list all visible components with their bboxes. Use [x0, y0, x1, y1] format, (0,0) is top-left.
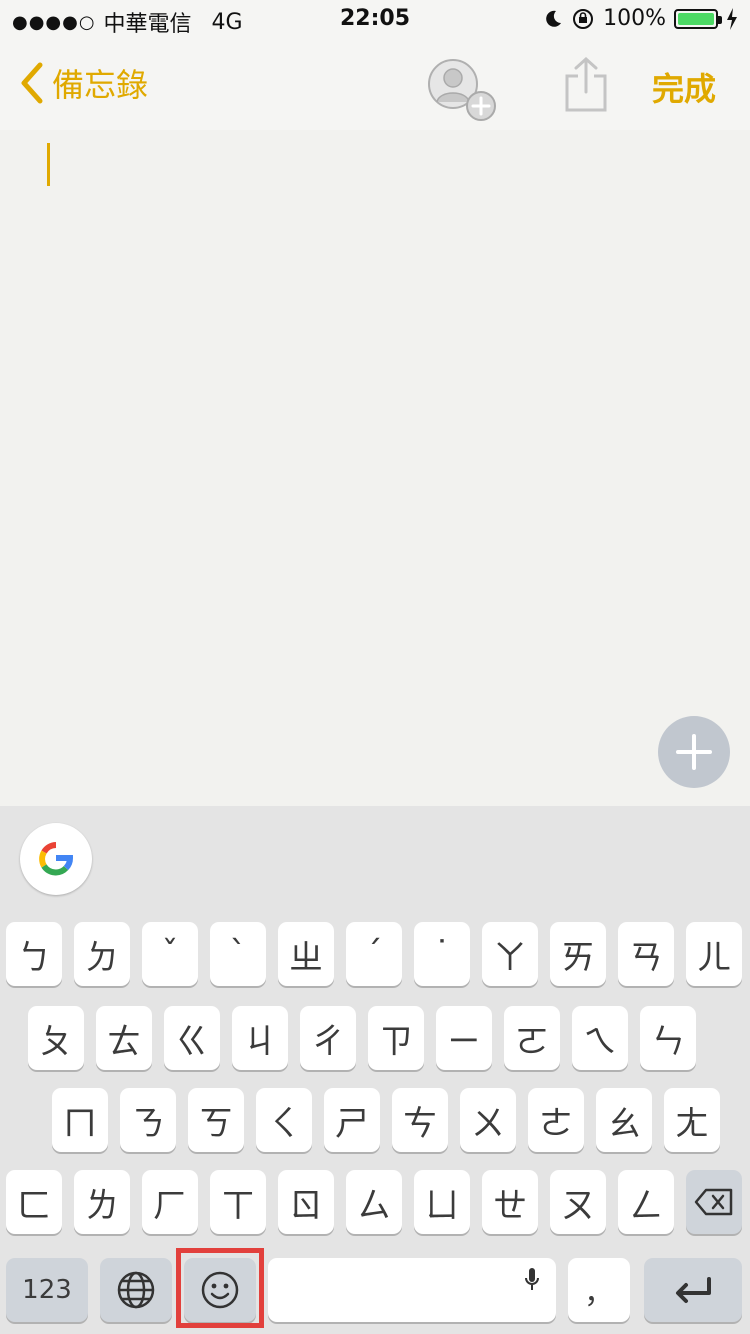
key[interactable]: ㄩ: [414, 1170, 470, 1234]
battery-percent: 100%: [603, 6, 666, 31]
key[interactable]: ㄑ: [256, 1088, 312, 1152]
key[interactable]: ㄡ: [550, 1170, 606, 1234]
moon-icon: [546, 10, 562, 27]
note-editor[interactable]: [0, 130, 750, 806]
key[interactable]: ㄒ: [210, 1170, 266, 1234]
key-row-3: ㄇ ㄋ ㄎ ㄑ ㄕ ㄘ ㄨ ㄜ ㄠ ㄤ: [0, 1088, 750, 1152]
back-button[interactable]: 備忘錄: [18, 60, 148, 106]
key[interactable]: ㄨ: [460, 1088, 516, 1152]
status-right: 100%: [543, 6, 738, 31]
key[interactable]: ㄗ: [368, 1006, 424, 1070]
key[interactable]: ㄋ: [120, 1088, 176, 1152]
key[interactable]: ㄔ: [300, 1006, 356, 1070]
key-row-4: ㄈ ㄌ ㄏ ㄒ ㄖ ㄙ ㄩ ㄝ ㄡ ㄥ: [0, 1170, 750, 1234]
key[interactable]: ㄞ: [550, 922, 606, 986]
status-bar: ●●●●○ 中華電信 4G 22:05 100%: [0, 0, 750, 40]
key[interactable]: ㄉ: [74, 922, 130, 986]
key[interactable]: ㄧ: [436, 1006, 492, 1070]
key[interactable]: ˊ: [346, 922, 402, 986]
key[interactable]: ㄈ: [6, 1170, 62, 1234]
key-row-bottom: 123 ，: [0, 1258, 750, 1322]
key[interactable]: ㄅ: [6, 922, 62, 986]
numbers-key[interactable]: 123: [6, 1258, 88, 1322]
share-icon[interactable]: [563, 56, 609, 112]
backspace-key[interactable]: [686, 1170, 742, 1234]
key-row-2: ㄆ ㄊ ㄍ ㄐ ㄔ ㄗ ㄧ ㄛ ㄟ ㄣ: [0, 1006, 750, 1070]
add-people-icon[interactable]: [425, 56, 497, 128]
key[interactable]: ㄜ: [528, 1088, 584, 1152]
key[interactable]: ㄎ: [188, 1088, 244, 1152]
backspace-icon: [694, 1188, 733, 1216]
battery-icon: [674, 8, 722, 29]
key[interactable]: ㄐ: [232, 1006, 288, 1070]
nav-bar: 備忘錄 完成: [0, 40, 750, 130]
keyboard: ㄅ ㄉ ˇ ˋ ㄓ ˊ ˙ ㄚ ㄞ ㄢ ㄦ ㄆ ㄊ ㄍ ㄐ ㄔ ㄗ ㄧ ㄛ ㄟ …: [0, 806, 750, 1334]
microphone-icon: [525, 1268, 539, 1290]
globe-icon: [117, 1271, 155, 1309]
key[interactable]: ㄆ: [28, 1006, 84, 1070]
chevron-left-icon: [21, 62, 43, 104]
key[interactable]: ㄣ: [640, 1006, 696, 1070]
key[interactable]: ㄓ: [278, 922, 334, 986]
key[interactable]: ˋ: [210, 922, 266, 986]
globe-key[interactable]: [100, 1258, 172, 1322]
key[interactable]: ˇ: [142, 922, 198, 986]
key[interactable]: ㄥ: [618, 1170, 674, 1234]
space-key[interactable]: [268, 1258, 556, 1322]
key[interactable]: ㄕ: [324, 1088, 380, 1152]
key[interactable]: ㄌ: [74, 1170, 130, 1234]
rotation-lock-icon: [573, 8, 594, 29]
key[interactable]: ㄤ: [664, 1088, 720, 1152]
google-icon: [39, 842, 73, 876]
text-caret: [47, 143, 50, 186]
key[interactable]: ㄝ: [482, 1170, 538, 1234]
key[interactable]: ㄠ: [596, 1088, 652, 1152]
key-row-1: ㄅ ㄉ ˇ ˋ ㄓ ˊ ˙ ㄚ ㄞ ㄢ ㄦ: [0, 922, 750, 986]
key[interactable]: ˙: [414, 922, 470, 986]
charging-icon: [727, 7, 737, 30]
add-attachment-button[interactable]: [658, 716, 730, 788]
plus-icon: [676, 734, 712, 770]
key[interactable]: ㄚ: [482, 922, 538, 986]
return-icon: [676, 1277, 711, 1303]
key[interactable]: ㄇ: [52, 1088, 108, 1152]
comma-key[interactable]: ，: [568, 1258, 630, 1322]
key[interactable]: ㄍ: [164, 1006, 220, 1070]
key[interactable]: ㄦ: [686, 922, 742, 986]
emoji-key[interactable]: [184, 1258, 256, 1322]
key[interactable]: ㄛ: [504, 1006, 560, 1070]
key[interactable]: ㄟ: [572, 1006, 628, 1070]
done-button[interactable]: 完成: [652, 64, 716, 110]
key[interactable]: ㄊ: [96, 1006, 152, 1070]
google-search-button[interactable]: [20, 823, 92, 895]
key[interactable]: ㄢ: [618, 922, 674, 986]
smiley-icon: [201, 1271, 239, 1309]
key[interactable]: ㄏ: [142, 1170, 198, 1234]
key[interactable]: ㄙ: [346, 1170, 402, 1234]
key[interactable]: ㄖ: [278, 1170, 334, 1234]
key[interactable]: ㄘ: [392, 1088, 448, 1152]
return-key[interactable]: [644, 1258, 742, 1322]
back-label: 備忘錄: [52, 66, 149, 104]
